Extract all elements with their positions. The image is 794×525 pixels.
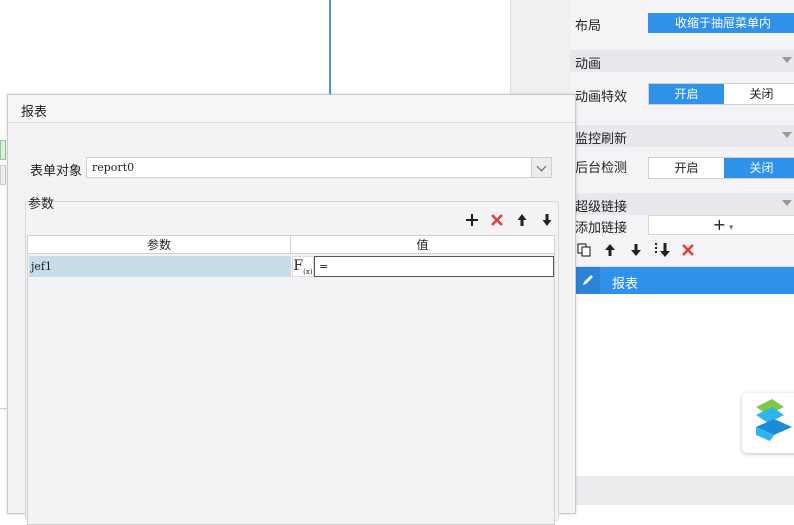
plus-icon: + <box>712 215 726 234</box>
animation-effect-label: 动画特效 <box>575 90 628 105</box>
app-logo-icon[interactable] <box>742 393 794 453</box>
hyperlink-section-title: 超级链接 <box>575 200 628 215</box>
param-column-header[interactable]: 参数 <box>28 236 291 254</box>
move-bottom-icon[interactable] <box>654 242 670 262</box>
formula-icon[interactable]: F(x) <box>292 256 314 277</box>
arrow-down-icon[interactable] <box>628 242 644 262</box>
bg-off-button[interactable]: 关闭 <box>724 158 794 178</box>
layout-select[interactable]: 收缩于抽屉菜单内 <box>648 13 794 33</box>
delete-icon[interactable] <box>680 242 696 262</box>
param-section-title: 参数 <box>28 197 55 212</box>
param-table: 参数 值 jef1 F(x) = <box>27 235 555 525</box>
form-object-label: 表单对象 <box>30 164 83 179</box>
arrow-up-icon[interactable] <box>602 242 618 262</box>
dialog-title: 报表 <box>21 105 48 120</box>
canvas-left-tab-2[interactable] <box>0 165 6 185</box>
dialog-titlebar[interactable]: 报表 <box>8 95 575 123</box>
add-link-button[interactable]: + ▾ <box>648 215 794 235</box>
link-item-label: 报表 <box>612 277 639 292</box>
form-object-select[interactable]: report0 <box>86 157 552 178</box>
link-item[interactable]: 报表 <box>576 267 794 294</box>
animation-off-button[interactable]: 关闭 <box>724 84 794 104</box>
animation-section-header[interactable]: 动画 <box>570 50 794 72</box>
form-object-value: report0 <box>92 161 135 174</box>
canvas-guide-line <box>329 0 331 95</box>
hyperlink-section-header[interactable]: 超级链接 <box>570 193 794 215</box>
animation-on-button[interactable]: 开启 <box>649 84 724 104</box>
arrow-up-icon[interactable] <box>514 212 530 231</box>
delete-icon[interactable] <box>489 212 505 231</box>
report-dialog: 报表 表单对象 report0 参数 参数 值 jef1 F(x) = <box>7 94 576 525</box>
monitor-section-header[interactable]: 监控刷新 <box>570 125 794 147</box>
bg-check-label: 后台检测 <box>575 161 628 176</box>
animation-toggle: 开启 关闭 <box>648 83 794 105</box>
pencil-icon[interactable] <box>576 267 600 294</box>
dropdown-caret-icon: ▾ <box>726 223 734 233</box>
plus-icon[interactable] <box>464 212 480 231</box>
param-table-header: 参数 值 <box>28 236 554 254</box>
monitor-section-title: 监控刷新 <box>575 132 628 147</box>
param-toolbar <box>464 212 555 231</box>
panel-footer <box>576 476 794 505</box>
bg-check-toggle: 开启 关闭 <box>648 157 794 179</box>
add-link-label: 添加链接 <box>575 221 628 236</box>
copy-icon[interactable] <box>576 242 592 262</box>
animation-section-title: 动画 <box>575 57 602 72</box>
arrow-down-icon[interactable] <box>539 212 555 231</box>
param-value-input[interactable]: = <box>314 256 554 277</box>
bg-on-button[interactable]: 开启 <box>649 158 724 178</box>
link-toolbar <box>576 242 696 262</box>
value-column-header[interactable]: 值 <box>291 236 554 254</box>
layout-label: 布局 <box>575 19 602 34</box>
collapse-icon <box>782 132 792 138</box>
param-name-cell[interactable]: jef1 <box>29 256 291 277</box>
table-row[interactable]: jef1 F(x) = <box>28 256 554 278</box>
collapse-icon <box>782 57 792 63</box>
canvas-left-tab[interactable] <box>0 140 6 160</box>
chevron-down-icon[interactable] <box>531 158 551 177</box>
formula-label: F <box>293 258 304 274</box>
collapse-icon <box>782 200 792 206</box>
